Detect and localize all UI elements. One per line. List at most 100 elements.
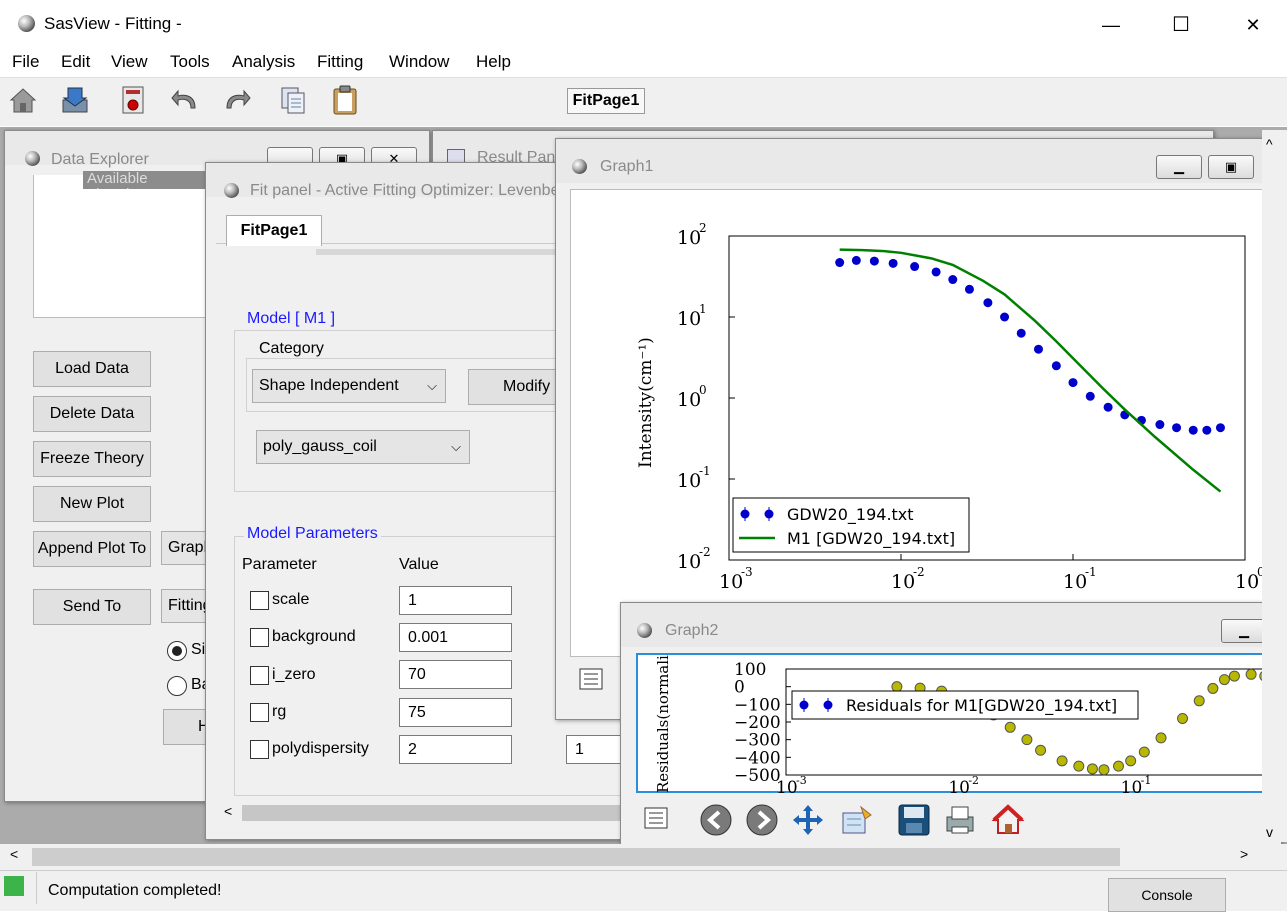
workspace-vertical-scrollbar[interactable] xyxy=(1262,130,1287,842)
pan-move-icon[interactable] xyxy=(791,803,825,837)
fit-panel-scrollbar-thumb[interactable] xyxy=(242,805,642,821)
graph1-y-axis-label: Intensity(cm⁻¹) xyxy=(636,337,656,468)
menu-fitting[interactable]: Fitting xyxy=(317,52,363,72)
graph2-residual-point xyxy=(1125,755,1137,767)
graph2-menu-list-icon[interactable] xyxy=(643,805,673,833)
load-data-button[interactable]: Load Data xyxy=(33,351,151,387)
graph1-data-point xyxy=(983,298,993,308)
graph2-residual-point xyxy=(1155,732,1167,744)
scroll-left-arrow-icon[interactable]: < xyxy=(10,846,18,862)
menu-file[interactable]: File xyxy=(12,52,39,72)
single-mode-radio[interactable] xyxy=(167,641,187,661)
model-group-title: Model [ M1 ] xyxy=(244,310,339,328)
scroll-left-arrow-icon[interactable]: < xyxy=(224,803,232,819)
status-indicator xyxy=(4,876,24,896)
send-to-button[interactable]: Send To xyxy=(33,589,151,625)
menu-window[interactable]: Window xyxy=(389,52,449,72)
category-select[interactable]: Shape Independent ⌵ xyxy=(252,369,446,403)
graph2-residual-point xyxy=(1218,674,1230,686)
status-message: Computation completed! xyxy=(48,882,222,899)
scroll-down-arrow-icon[interactable]: v xyxy=(1266,824,1273,840)
graph2-canvas[interactable]: 100 0 −100 −200 −300 −400 −500 10 -3 10 -2 10 -1 Resi… xyxy=(636,623,1282,798)
graph2-window: Graph2 ▁ 100 0 −100 −200 −300 −400 −500 10 -3 10-… xyxy=(620,602,1282,846)
append-graph-combo[interactable]: Graph xyxy=(161,531,211,565)
background-value-input[interactable]: 0.001 xyxy=(399,623,512,652)
graph1-x-tick-label: 10 xyxy=(1063,571,1087,593)
maximize-button[interactable]: ☐ xyxy=(1158,10,1204,40)
graph2-chart[interactable]: 1000−100−200−300−400−50010-3 10-2 10-1Resi… xyxy=(638,623,1282,798)
menu-analysis[interactable]: Analysis xyxy=(232,52,295,72)
graph2-minimize-button[interactable]: ▁ xyxy=(1221,619,1267,643)
graph1-chart[interactable]: 10-3 10-2 10-1 10010210110010-110-2Intensit… xyxy=(571,190,1267,656)
delete-data-button[interactable]: Delete Data xyxy=(33,396,151,432)
copy-icon[interactable] xyxy=(278,84,308,116)
graph2-y-tick-label: −500 xyxy=(734,766,781,786)
polydispersity-extra-input[interactable]: 1 xyxy=(566,735,626,764)
category-select-value: Shape Independent xyxy=(259,377,399,394)
graph1-data-point xyxy=(1103,402,1113,412)
graph1-data-point xyxy=(1215,423,1225,433)
scale-value-input[interactable]: 1 xyxy=(399,586,512,615)
polydispersity-checkbox[interactable] xyxy=(250,740,269,759)
category-label: Category xyxy=(256,340,327,358)
redo-icon[interactable] xyxy=(222,84,252,116)
graph1-data-point xyxy=(1188,425,1198,435)
scroll-up-arrow-icon[interactable]: ^ xyxy=(1266,136,1273,152)
open-data-icon[interactable] xyxy=(60,84,90,116)
menu-edit[interactable]: Edit xyxy=(61,52,90,72)
save-figure-icon[interactable] xyxy=(897,803,931,837)
graph2-x-tick-exponent: -1 xyxy=(1141,774,1152,787)
graph1-menu-list-icon[interactable] xyxy=(578,667,608,691)
rg-checkbox[interactable] xyxy=(250,703,269,722)
graph1-title: Graph1 xyxy=(600,158,654,175)
save-project-icon[interactable] xyxy=(118,84,148,116)
graph1-legend-model-label: M1 [GDW20_194.txt] xyxy=(787,529,955,549)
freeze-theory-button[interactable]: Freeze Theory xyxy=(33,441,151,477)
i-zero-checkbox[interactable] xyxy=(250,666,269,685)
menu-tools[interactable]: Tools xyxy=(170,52,210,72)
graph1-y-tick-exponent: -2 xyxy=(699,545,711,559)
model-select[interactable]: poly_gauss_coil ⌵ xyxy=(256,430,470,464)
polydispersity-value-input[interactable]: 2 xyxy=(399,735,512,764)
graph1-minimize-button[interactable]: ▁ xyxy=(1156,155,1202,179)
graph1-x-tick-exponent: -1 xyxy=(1085,565,1097,579)
print-icon[interactable] xyxy=(943,803,977,837)
minimize-button[interactable]: — xyxy=(1088,10,1134,40)
console-button[interactable]: Console xyxy=(1108,878,1226,912)
rg-value-input[interactable]: 75 xyxy=(399,698,512,727)
toolbar-active-page-tab[interactable]: FitPage1 xyxy=(567,88,645,114)
send-to-fitting-combo[interactable]: Fitting xyxy=(161,589,211,623)
new-plot-button[interactable]: New Plot xyxy=(33,486,151,522)
zoom-rectangle-icon[interactable] xyxy=(839,803,873,837)
graph2-titlebar[interactable] xyxy=(621,603,1281,647)
reset-home-icon[interactable] xyxy=(991,803,1025,837)
close-button[interactable]: ✕ xyxy=(1230,10,1276,40)
background-checkbox[interactable] xyxy=(250,628,269,647)
tab-fitpage1[interactable]: FitPage1 xyxy=(226,215,322,246)
undo-icon[interactable] xyxy=(170,84,200,116)
back-arrow-icon[interactable] xyxy=(699,803,733,837)
batch-mode-radio[interactable] xyxy=(167,676,187,696)
append-plot-to-button[interactable]: Append Plot To xyxy=(33,531,151,567)
scroll-right-arrow-icon[interactable]: > xyxy=(1240,846,1248,862)
graph1-x-tick-exponent: -3 xyxy=(741,565,753,579)
graph2-legend-label: Residuals for M1[GDW20_194.txt] xyxy=(846,696,1117,716)
graph1-data-point xyxy=(1155,420,1165,430)
forward-arrow-icon[interactable] xyxy=(745,803,779,837)
status-divider xyxy=(36,872,37,904)
graph1-restore-button[interactable]: ▣ xyxy=(1208,155,1254,179)
scale-checkbox[interactable] xyxy=(250,591,269,610)
graph2-residual-point xyxy=(1193,695,1205,707)
home-icon[interactable] xyxy=(8,84,38,116)
tree-item-available-theories[interactable]: Available Theories xyxy=(83,171,207,189)
menu-help[interactable]: Help xyxy=(476,52,511,72)
workspace-scrollbar-thumb[interactable] xyxy=(32,848,1120,866)
i-zero-param-label: i_zero xyxy=(272,666,316,683)
graph1-canvas[interactable]: 10 -3 10 -2 10 -1 10 0 10 2 10 1 10 0 10 -1 10 -2 Intensit… xyxy=(570,189,1267,657)
graph1-data-point xyxy=(1172,423,1182,433)
i-zero-value-input[interactable]: 70 xyxy=(399,660,512,689)
paste-clipboard-icon[interactable] xyxy=(330,84,360,116)
graph1-x-tick-exponent: -2 xyxy=(913,565,925,579)
fit-panel-scroll-indicator xyxy=(316,249,556,255)
menu-view[interactable]: View xyxy=(111,52,148,72)
